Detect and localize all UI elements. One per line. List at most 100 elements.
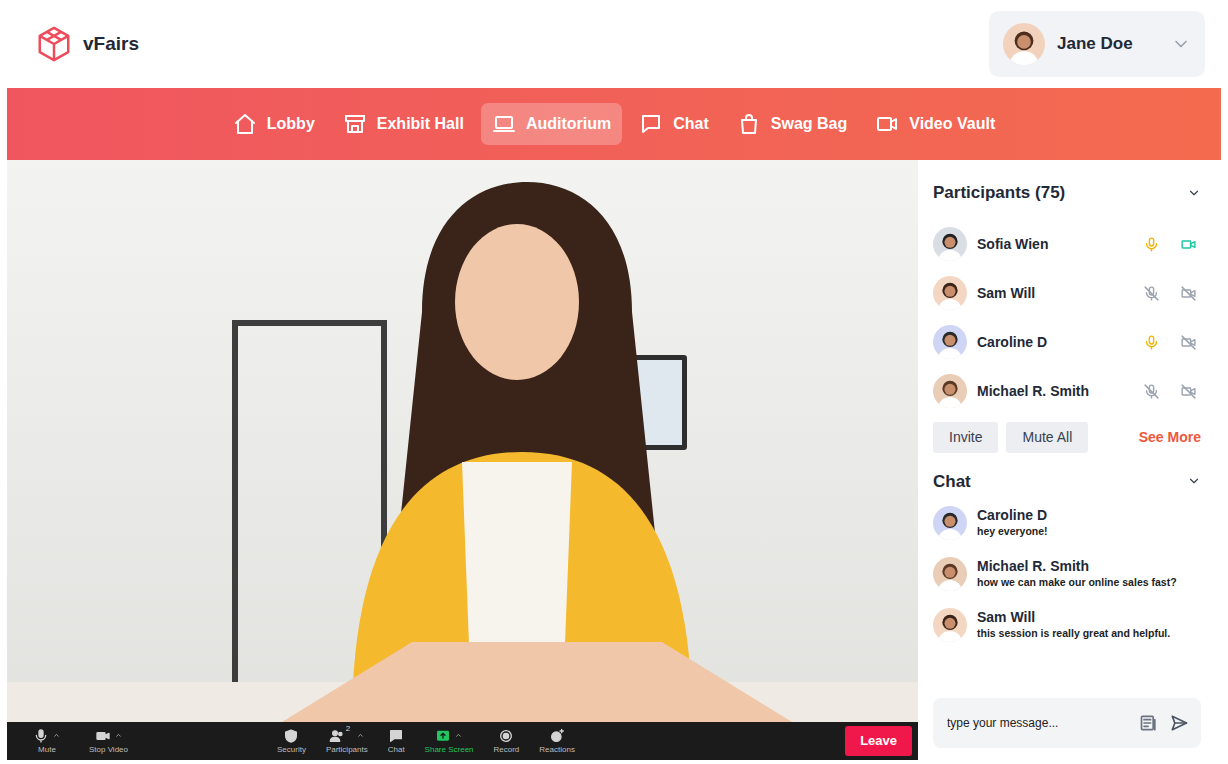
- caret-up-icon[interactable]: [114, 731, 123, 740]
- app-window: vFairs Jane Doe LobbyExhibit HallAuditoriu…: [0, 0, 1228, 764]
- toolbar-button[interactable]: Mute: [33, 728, 61, 755]
- participant-row[interactable]: Caroline D: [933, 318, 1201, 367]
- template-icon[interactable]: [1139, 713, 1159, 733]
- toolbar-button-icon-row: [388, 728, 404, 744]
- nav-item[interactable]: Swag Bag: [726, 103, 858, 145]
- chat-spacer: [933, 642, 1201, 698]
- chat-avatar: [933, 506, 967, 540]
- toolbar-label: Chat: [388, 745, 405, 755]
- caret-up-icon[interactable]: [52, 731, 61, 740]
- chat-message-body: Caroline Dhey everyone!: [977, 506, 1048, 538]
- chat-title: Chat: [933, 469, 971, 495]
- participant-name: Sofia Wien: [977, 234, 1133, 255]
- chat-message: Sam Willthis session is really great and…: [933, 608, 1201, 642]
- camera-off-icon[interactable]: [1180, 285, 1197, 302]
- header: vFairs Jane Doe: [0, 0, 1228, 88]
- nav-item[interactable]: Exhibit Hall: [332, 103, 475, 145]
- participant-list: Sofia Wien Sam Will Caroline DMichael R. S…: [933, 220, 1201, 416]
- leave-button[interactable]: Leave: [845, 726, 912, 756]
- toolbar-label: Reactions: [539, 745, 575, 755]
- meeting-toolbar: MuteStop VideoSecurity2ParticipantsChatS…: [7, 722, 918, 760]
- send-icon[interactable]: [1169, 713, 1189, 733]
- camera-icon[interactable]: [1180, 236, 1197, 253]
- participant-avatar: [933, 374, 967, 408]
- participant-row[interactable]: Sam Will: [933, 269, 1201, 318]
- toolbar-button-icon-row: 2: [329, 728, 365, 744]
- video-stage: MuteStop VideoSecurity2ParticipantsChatS…: [7, 160, 918, 760]
- nav-item-icon: [737, 112, 761, 136]
- user-menu[interactable]: Jane Doe: [989, 11, 1205, 77]
- participant-avatar: [933, 325, 967, 359]
- main-area: MuteStop VideoSecurity2ParticipantsChatS…: [7, 160, 1221, 760]
- chat-header[interactable]: Chat: [933, 453, 1201, 507]
- participant-row[interactable]: Sofia Wien: [933, 220, 1201, 269]
- nav-item[interactable]: Chat: [628, 103, 720, 145]
- toolbar-center-group: Security 2Participants Chat Share Screen Rec…: [277, 728, 575, 755]
- chevron-down-icon[interactable]: [1187, 186, 1201, 200]
- sidebar: Participants (75) Sofia Wien Sam Will Carol…: [918, 160, 1215, 760]
- toolbar-button-icon-row: [549, 728, 565, 744]
- participant-actions: Invite Mute All See More: [933, 422, 1201, 453]
- microphone-muted-icon[interactable]: [1143, 383, 1160, 400]
- toolbar-label: Stop Video: [89, 745, 128, 755]
- chevron-down-icon[interactable]: [1187, 474, 1201, 488]
- nav-item-label: Video Vault: [909, 112, 995, 136]
- toolbar-button-icon-row: [33, 728, 61, 744]
- chat-text: hey everyone!: [977, 524, 1048, 538]
- nav-bar: LobbyExhibit HallAuditorium Chat Swag Bag V…: [7, 88, 1221, 160]
- nav-item[interactable]: Video Vault: [864, 103, 1006, 145]
- toolbar-label: Mute: [38, 745, 56, 755]
- nav-item[interactable]: Auditorium: [481, 103, 622, 145]
- nav-item-label: Chat: [673, 112, 709, 136]
- chat-author: Michael R. Smith: [977, 557, 1177, 575]
- toolbar-icon: [329, 728, 345, 744]
- chat-input[interactable]: [947, 714, 1129, 732]
- see-more-link[interactable]: See More: [1139, 427, 1201, 448]
- nav-item-icon: [492, 112, 516, 136]
- camera-off-icon[interactable]: [1180, 383, 1197, 400]
- toolbar-label: Security: [277, 745, 306, 755]
- participant-avatar: [933, 227, 967, 261]
- toolbar-left-group: Mute Stop Video: [7, 728, 277, 755]
- toolbar-button[interactable]: Share Screen: [425, 728, 474, 755]
- user-name: Jane Doe: [1057, 31, 1159, 57]
- chat-message: Caroline Dhey everyone!: [933, 506, 1201, 540]
- participant-avatar: [933, 276, 967, 310]
- toolbar-icon: [95, 728, 111, 744]
- nav-item-icon: [639, 112, 663, 136]
- toolbar-button[interactable]: Chat: [388, 728, 405, 755]
- nav-item-icon: [343, 112, 367, 136]
- microphone-icon[interactable]: [1143, 334, 1160, 351]
- cube-logo-icon: [35, 25, 73, 63]
- toolbar-label: Record: [494, 745, 520, 755]
- participants-count-badge: 2: [346, 725, 350, 733]
- participant-action-button[interactable]: Mute All: [1006, 422, 1088, 453]
- chat-avatar: [933, 608, 967, 642]
- toolbar-button[interactable]: Reactions: [539, 728, 575, 755]
- microphone-muted-icon[interactable]: [1143, 285, 1160, 302]
- participants-header[interactable]: Participants (75): [933, 160, 1201, 220]
- participant-row[interactable]: Michael R. Smith: [933, 367, 1201, 416]
- caret-up-icon[interactable]: [356, 731, 365, 740]
- logo[interactable]: vFairs: [35, 25, 139, 63]
- video-frame: [7, 160, 918, 722]
- toolbar-button[interactable]: Security: [277, 728, 306, 755]
- chevron-down-icon[interactable]: [1171, 34, 1191, 54]
- nav-item-icon: [233, 112, 257, 136]
- participant-action-button[interactable]: Invite: [933, 422, 998, 453]
- nav-item[interactable]: Lobby: [222, 103, 326, 145]
- chat-avatar: [933, 557, 967, 591]
- toolbar-icon: [435, 728, 451, 744]
- caret-up-icon[interactable]: [454, 731, 463, 740]
- user-avatar: [1003, 23, 1045, 65]
- toolbar-button[interactable]: Stop Video: [89, 728, 128, 755]
- camera-off-icon[interactable]: [1180, 334, 1197, 351]
- toolbar-button[interactable]: 2Participants: [326, 728, 368, 755]
- participant-name: Sam Will: [977, 283, 1133, 304]
- toolbar-icon: [388, 728, 404, 744]
- toolbar-button-icon-row: [283, 728, 299, 744]
- chat-author: Caroline D: [977, 506, 1048, 524]
- toolbar-button-icon-row: [498, 728, 514, 744]
- microphone-icon[interactable]: [1143, 236, 1160, 253]
- toolbar-button[interactable]: Record: [494, 728, 520, 755]
